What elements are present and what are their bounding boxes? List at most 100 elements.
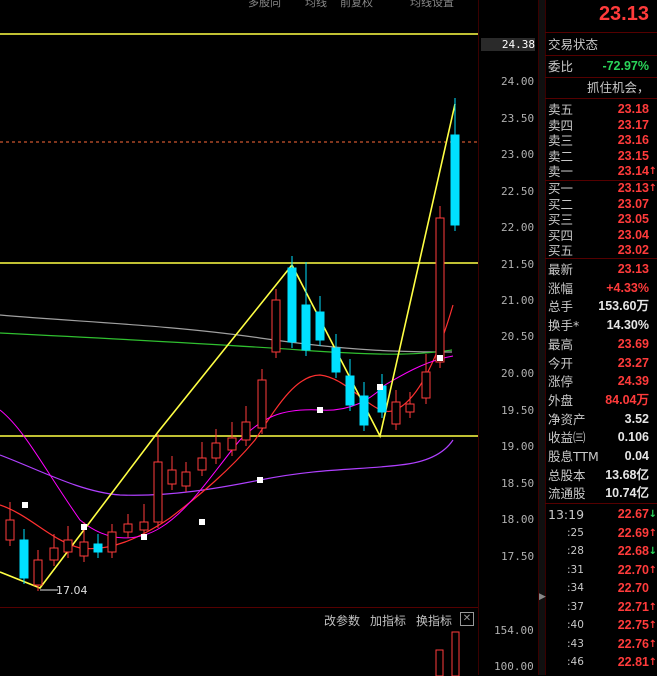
tick-price: 22.68 (617, 544, 649, 558)
axis-label: 22.00 (501, 221, 535, 234)
low-marker: 17.04 (40, 584, 88, 597)
ma-marker (317, 407, 323, 413)
weibi-row: 委比 -72.97% (548, 59, 649, 74)
arrow-up-icon: ↑ (648, 638, 657, 650)
ma-marker (81, 524, 87, 530)
stat-label: 总手 (548, 299, 574, 315)
candle (93, 543, 103, 553)
stat-row: 最新 23.13 (545, 262, 657, 277)
buy-row[interactable]: 买三 23.05 (545, 212, 657, 227)
candle (153, 461, 163, 523)
candle (345, 375, 355, 406)
arrow-up-icon: ↑ (648, 166, 657, 177)
axis-label: 24.00 (501, 75, 535, 88)
candle (331, 347, 341, 373)
candle (359, 395, 369, 426)
tick-time: :37 (567, 600, 584, 613)
sell-row[interactable]: 卖三 23.16 (545, 133, 657, 148)
arrow-up-icon: ↑ (648, 527, 657, 539)
tick-row: :28 22.68 ↓ (545, 544, 657, 559)
sell-price: 23.16 (617, 133, 649, 147)
low-price-label: 17.04 (56, 584, 88, 597)
stat-label: 总股本 (548, 467, 586, 483)
volume-bar (451, 631, 460, 676)
candle (271, 299, 281, 353)
candle (405, 403, 415, 413)
candle (49, 547, 59, 561)
sell-row[interactable]: 卖四 23.17 (545, 118, 657, 133)
axis-label: 23.50 (501, 112, 535, 125)
trade-status-row: 交易状态 (545, 37, 657, 52)
candle (391, 401, 401, 425)
kline-chart[interactable]: 多股同 均线 前复权 均线设置 17.04 (0, 0, 478, 607)
buy-row[interactable]: 买四 23.04 (545, 228, 657, 243)
axis-label: 21.50 (501, 258, 535, 271)
tick-row: :40 22.75 ↑ (545, 618, 657, 633)
candle (107, 531, 117, 553)
stat-row: 最高 23.69 (545, 337, 657, 352)
tick-time: :46 (567, 656, 584, 668)
buy-row[interactable]: 买一 23.13 ↑ (545, 181, 657, 196)
stat-row: 净资产 3.52 (545, 412, 657, 427)
news-ticker[interactable]: 抓住机会， (545, 80, 657, 95)
stat-value: 84.04万 (605, 392, 649, 407)
stat-value: 24.39 (617, 374, 649, 389)
sell-row[interactable]: 卖一 23.14 ↑ (545, 164, 657, 179)
stat-label: 收益㈢ (548, 430, 586, 446)
buy-price: 23.13 (617, 181, 649, 195)
candle (421, 371, 431, 399)
candle (181, 471, 191, 487)
ma-red-line (0, 304, 454, 550)
candles-group (5, 98, 460, 591)
sell-price: 23.14 (617, 164, 649, 178)
candle (257, 379, 267, 429)
kline-canvas: 17.04 (0, 33, 478, 597)
tick-price: 22.76 (617, 636, 649, 651)
volume-axis-label: 100.00 (494, 660, 534, 673)
candle (33, 559, 43, 586)
buy-price: 23.04 (617, 227, 649, 242)
last-price: 23.13 (598, 3, 649, 25)
stat-value: 10.74亿 (605, 486, 649, 501)
buy-row[interactable]: 买二 23.07 (545, 197, 657, 212)
stat-label: 流通股 (548, 486, 586, 502)
arrow-up-icon: ↑ (648, 564, 657, 576)
ma-marker (22, 502, 28, 508)
axis-label: 17.50 (501, 550, 535, 563)
tick-row: :37 22.71 ↑ (545, 600, 657, 615)
stat-value: 23.27 (617, 355, 649, 370)
ma-marker (437, 355, 443, 361)
sell-row[interactable]: 卖二 23.15 (545, 149, 657, 164)
stat-row: 流通股 10.74亿 (545, 486, 657, 501)
tick-price: 22.67 (617, 507, 649, 521)
stat-value: 153.60万 (598, 299, 649, 314)
axis-label: 23.00 (501, 148, 535, 161)
candle (227, 437, 237, 451)
quote-panel: 23.13 交易状态 委比 -72.97% 抓住机会， 卖五 23.18 卖四 23.… (545, 0, 657, 675)
indicator-toolbar: 改参数 加指标 换指标 ✕ (0, 607, 478, 676)
tick-price: 22.81 (617, 655, 649, 669)
axis-label: 18.00 (501, 513, 535, 526)
candle (5, 519, 15, 541)
arrow-up-icon: ↑ (648, 183, 657, 194)
stat-label: 最高 (548, 336, 574, 352)
trade-status-title: 交易状态 (548, 37, 599, 52)
sell-price: 23.17 (617, 117, 649, 132)
tick-price: 22.75 (617, 618, 649, 632)
axis-label: 20.50 (501, 330, 535, 343)
buy-row[interactable]: 买五 23.02 (545, 243, 657, 258)
ma-marker (257, 477, 263, 483)
buy-price: 23.05 (617, 212, 649, 226)
tick-row: :31 22.70 ↑ (545, 563, 657, 578)
arrow-down-icon: ↓ (648, 546, 657, 557)
candle (287, 267, 297, 343)
stat-row: 换手* 14.30% (545, 318, 657, 333)
ma-marker (377, 384, 383, 390)
tick-row: :34 22.70 (545, 581, 657, 596)
volume-bar (435, 649, 444, 676)
stat-value: 23.13 (617, 262, 649, 276)
stat-label: 最新 (548, 262, 574, 277)
sell-row[interactable]: 卖五 23.18 (545, 102, 657, 117)
tick-time: :34 (567, 582, 584, 594)
ma-marker (199, 519, 205, 525)
